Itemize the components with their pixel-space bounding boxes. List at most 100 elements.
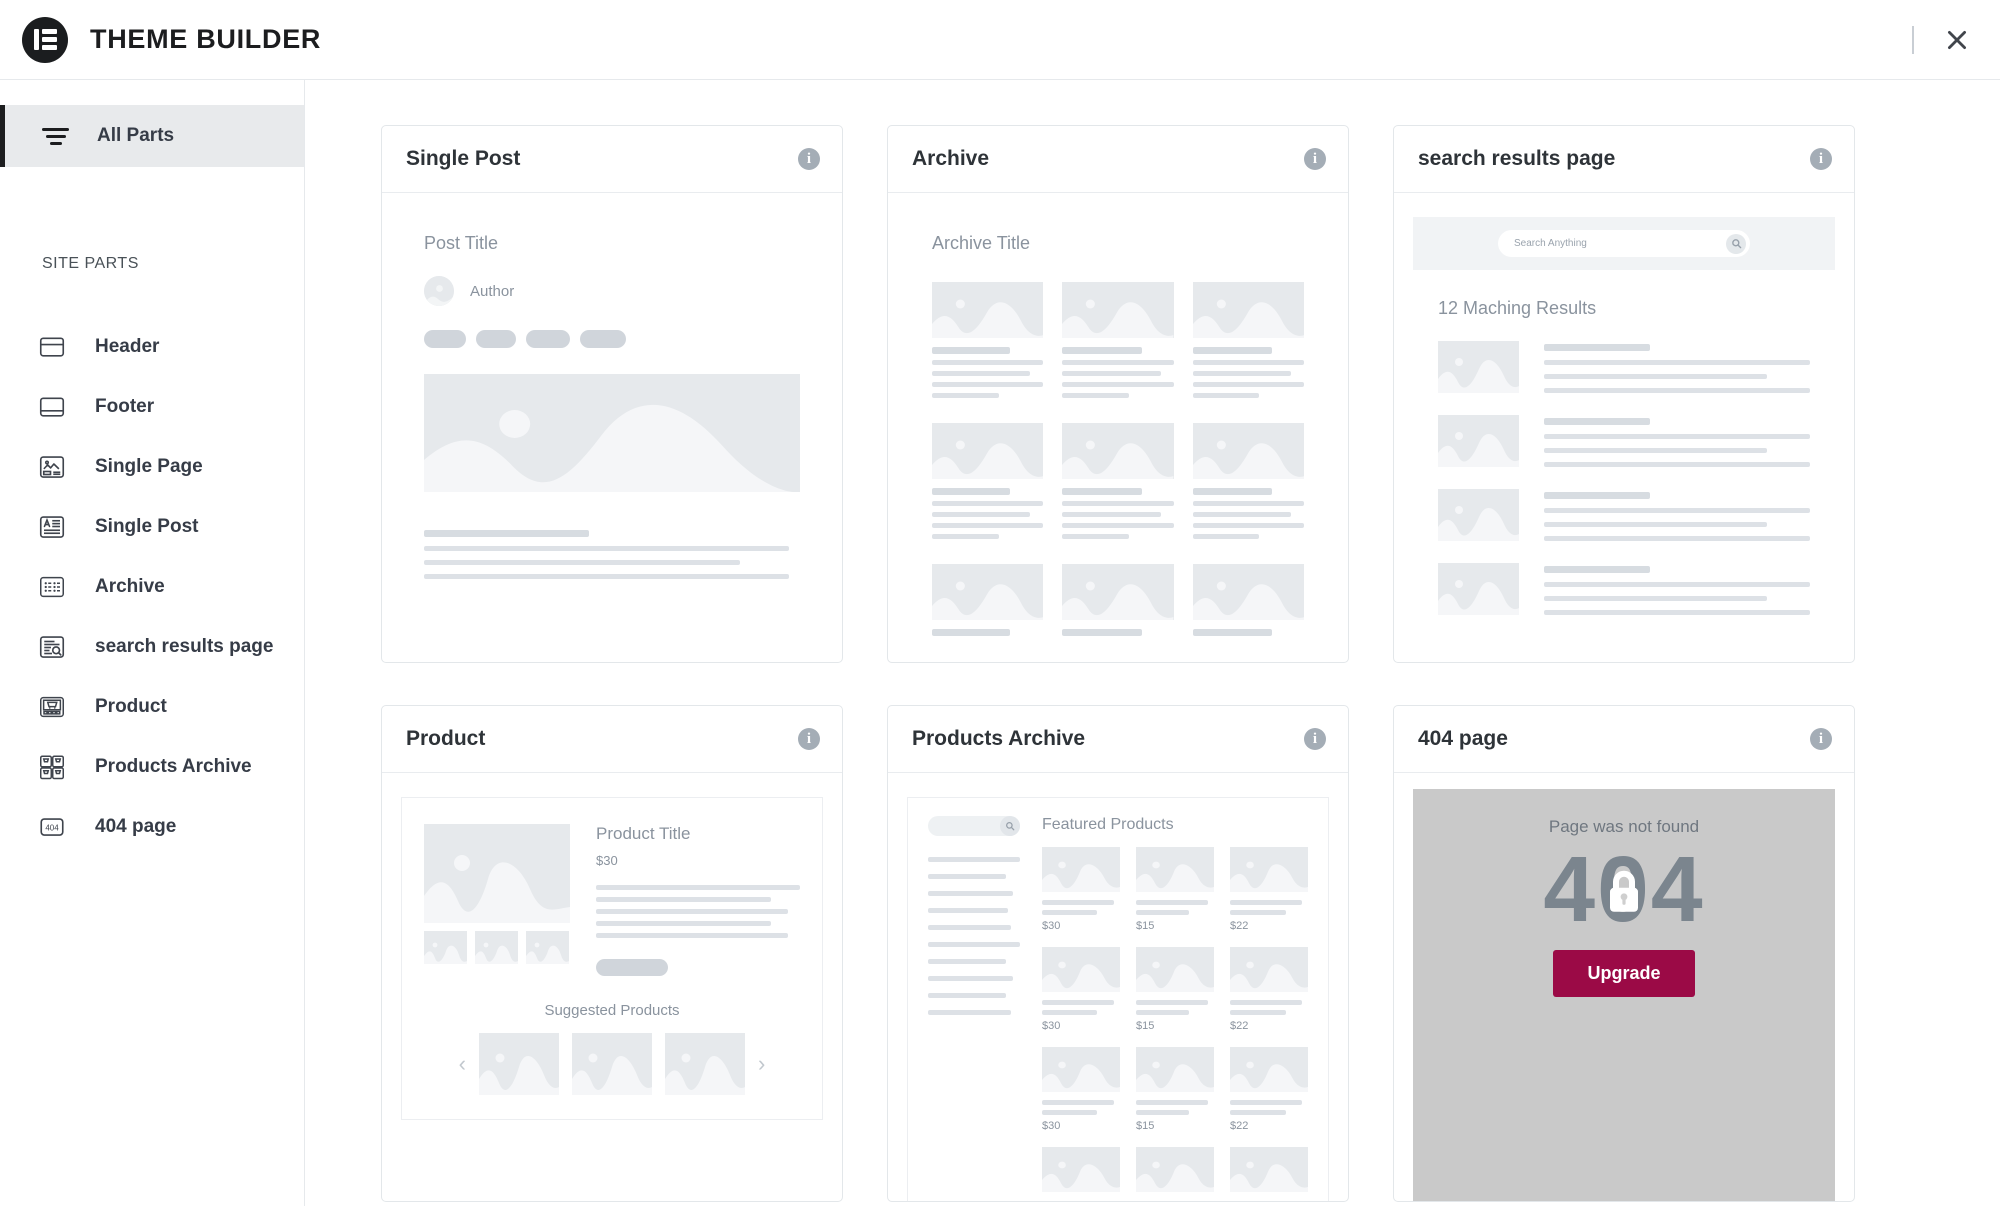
product-price: $22 bbox=[1230, 1020, 1249, 1032]
card-title: 404 page bbox=[1418, 727, 1508, 750]
product-price: $30 bbox=[596, 853, 618, 868]
sidebar-item-404-page[interactable]: 404 404 page bbox=[0, 797, 304, 857]
info-icon[interactable]: i bbox=[1304, 148, 1326, 170]
card-header: Archive i bbox=[888, 126, 1348, 193]
product-grid-item: $15 bbox=[1136, 1047, 1214, 1132]
products-archive-icon bbox=[37, 752, 67, 782]
sidebar-item-label: Single Page bbox=[95, 456, 203, 477]
card-404-page[interactable]: 404 page i Page was not found 404 bbox=[1393, 705, 1855, 1202]
brand: THEME BUILDER bbox=[22, 16, 322, 63]
filters-sidebar bbox=[928, 816, 1020, 1192]
product-gallery-thumbs bbox=[424, 931, 570, 964]
top-bar: THEME BUILDER bbox=[0, 0, 2000, 80]
search-bar-region: Search Anything bbox=[1413, 217, 1835, 270]
pro-lock-overlay: Page was not found 404 bbox=[1413, 789, 1835, 1201]
upgrade-button[interactable]: Upgrade bbox=[1553, 950, 1695, 997]
search-result-row bbox=[1438, 489, 1810, 541]
not-found-message: Page was not found bbox=[1548, 817, 1700, 836]
card-header: Products Archive i bbox=[888, 706, 1348, 773]
sidebar-item-label: Footer bbox=[95, 396, 155, 417]
product-grid-item: $30 bbox=[1042, 847, 1120, 932]
sidebar-item-label: Header bbox=[95, 336, 160, 357]
card-preview: Archive Title bbox=[888, 193, 1348, 662]
header-layout-icon bbox=[37, 332, 67, 362]
card-title: search results page bbox=[1418, 147, 1616, 170]
sidebar-item-single-page[interactable]: Single Page bbox=[0, 437, 304, 497]
card-single-post[interactable]: Single Post i Post Title Author bbox=[381, 125, 843, 663]
card-header: search results page i bbox=[1394, 126, 1854, 193]
product-price: $15 bbox=[1136, 920, 1155, 932]
info-icon[interactable]: i bbox=[1304, 728, 1326, 750]
sidebar-item-label: search results page bbox=[95, 636, 274, 657]
sidebar-item-label: Products Archive bbox=[95, 756, 252, 777]
featured-products-label: Featured Products bbox=[1042, 816, 1174, 833]
search-input[interactable]: Search Anything bbox=[1498, 230, 1750, 257]
elementor-logo-icon bbox=[22, 16, 68, 63]
avatar bbox=[424, 276, 454, 306]
sidebar-item-label: 404 page bbox=[95, 816, 177, 837]
product-grid-item: $30 bbox=[1042, 1047, 1120, 1132]
card-product[interactable]: Product i Product Title $30 Suggested Pr… bbox=[381, 705, 843, 1202]
search-icon[interactable] bbox=[1000, 816, 1020, 836]
sidebar-item-header[interactable]: Header bbox=[0, 317, 304, 377]
author-label: Author bbox=[470, 282, 515, 300]
product-cart-icon bbox=[37, 692, 67, 722]
sidebar-item-label: Single Post bbox=[95, 516, 199, 537]
info-icon[interactable]: i bbox=[1810, 728, 1832, 750]
search-result-row bbox=[1438, 415, 1810, 467]
archive-grid-item bbox=[1062, 564, 1174, 636]
archive-grid-icon bbox=[37, 572, 67, 602]
card-search-results-page[interactable]: search results page i Search Anything 12… bbox=[1393, 125, 1855, 663]
sidebar-item-all-parts[interactable]: All Parts bbox=[0, 105, 304, 167]
card-title: Product bbox=[406, 727, 486, 750]
add-to-cart-button-placeholder[interactable] bbox=[596, 959, 668, 976]
card-preview: Post Title Author bbox=[382, 193, 842, 662]
sidebar-item-footer[interactable]: Footer bbox=[0, 377, 304, 437]
card-header: Product i bbox=[382, 706, 842, 773]
filter-search-input[interactable] bbox=[928, 816, 1020, 836]
archive-grid-item bbox=[1192, 564, 1304, 636]
search-icon[interactable] bbox=[1726, 233, 1746, 254]
archive-post-grid bbox=[932, 282, 1304, 636]
product-price: $30 bbox=[1042, 1120, 1061, 1132]
sidebar-item-archive[interactable]: Archive bbox=[0, 557, 304, 617]
archive-grid-item bbox=[932, 564, 1044, 636]
close-icon[interactable] bbox=[1940, 23, 1974, 57]
info-icon[interactable]: i bbox=[798, 148, 820, 170]
product-title-placeholder: Product Title bbox=[596, 824, 691, 843]
product-grid-item: $22 bbox=[1230, 947, 1308, 1032]
chevron-left-icon[interactable]: ‹ bbox=[459, 1053, 466, 1075]
suggested-products-carousel: ‹ › bbox=[424, 1033, 800, 1095]
info-icon[interactable]: i bbox=[798, 728, 820, 750]
sidebar-item-single-post[interactable]: Single Post bbox=[0, 497, 304, 557]
lock-icon bbox=[1601, 865, 1647, 920]
suggested-products-label: Suggested Products bbox=[544, 1002, 680, 1019]
app-title: THEME BUILDER bbox=[90, 24, 322, 54]
archive-grid-item bbox=[932, 282, 1044, 398]
product-price: $22 bbox=[1230, 920, 1249, 932]
product-price: $22 bbox=[1230, 1120, 1249, 1132]
results-count-label: 12 Maching Results bbox=[1438, 298, 1597, 318]
sidebar-item-search-results-page[interactable]: search results page bbox=[0, 617, 304, 677]
filter-option-lines bbox=[928, 857, 1020, 1015]
products-grid: $30 $15 $22 $30 $15 $22 $30 $15 $22 bbox=[1042, 847, 1308, 1192]
sidebar-section-label: SITE PARTS bbox=[42, 255, 139, 272]
product-grid-item bbox=[1042, 1147, 1120, 1192]
card-header: 404 page i bbox=[1394, 706, 1854, 773]
sidebar-item-products-archive[interactable]: Products Archive bbox=[0, 737, 304, 797]
product-price: $15 bbox=[1136, 1020, 1155, 1032]
chevron-right-icon[interactable]: › bbox=[758, 1053, 765, 1075]
archive-grid-item bbox=[1192, 282, 1304, 398]
single-post-icon bbox=[37, 512, 67, 542]
card-products-archive[interactable]: Products Archive i Featured Products $30… bbox=[887, 705, 1349, 1202]
product-price: $15 bbox=[1136, 1120, 1155, 1132]
product-grid-item bbox=[1136, 1147, 1214, 1192]
sidebar-item-label: Product bbox=[95, 696, 167, 717]
sidebar-item-product[interactable]: Product bbox=[0, 677, 304, 737]
product-grid-item: $15 bbox=[1136, 847, 1214, 932]
card-archive[interactable]: Archive i Archive Title bbox=[887, 125, 1349, 663]
info-icon[interactable]: i bbox=[1810, 148, 1832, 170]
sidebar-item-label: All Parts bbox=[97, 125, 175, 146]
parts-grid: Single Post i Post Title Author Archive … bbox=[381, 125, 1945, 1202]
svg-text:404: 404 bbox=[45, 823, 59, 832]
